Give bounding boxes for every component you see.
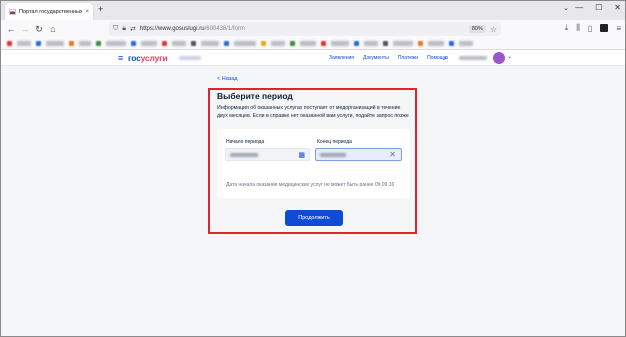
menu-item-payments[interactable]: Платежи [398, 55, 418, 61]
tab-close-icon[interactable]: × [85, 9, 89, 15]
start-date-value [230, 152, 258, 157]
forward-icon[interactable]: → [18, 24, 32, 34]
tab-strip: Портал государственных услуг × + ⌄ — ☐ ✕ [1, 1, 625, 20]
logo-part-gos: гос [128, 53, 141, 63]
bookmark-item[interactable] [393, 41, 413, 46]
bookmark-item[interactable] [331, 41, 349, 46]
bookmark-icon[interactable] [354, 41, 359, 46]
bookmark-item[interactable] [364, 41, 378, 46]
tab-title: Портал государственных услуг [19, 8, 83, 15]
bookmark-item[interactable] [459, 41, 473, 46]
bookmark-icon[interactable] [449, 41, 454, 46]
region-link[interactable] [179, 56, 201, 60]
bookmark-icon[interactable] [321, 41, 326, 46]
lock-icon[interactable]: 🔒︎ [122, 25, 126, 33]
menu-item-applications[interactable]: Заявления [329, 55, 354, 61]
bookmark-icon[interactable] [162, 41, 167, 46]
bookmark-item[interactable] [271, 41, 285, 46]
bookmark-item[interactable] [428, 41, 444, 46]
browser-window: Портал государственных услуг × + ⌄ — ☐ ✕… [0, 0, 626, 337]
chevron-down-icon[interactable]: ⌄ [507, 53, 512, 60]
calendar-icon[interactable]: ▦ [298, 151, 305, 159]
home-icon[interactable]: ⌂ [46, 24, 60, 34]
permissions-icon[interactable]: ⇄ [130, 25, 136, 33]
star-icon[interactable]: ☆ [490, 25, 497, 34]
bookmark-item[interactable] [17, 41, 31, 46]
bookmark-icon[interactable] [69, 41, 74, 46]
url-path: /600438/1/form [204, 26, 245, 32]
back-icon[interactable]: ← [4, 24, 18, 34]
gosuslugi-logo[interactable]: госуслуги [128, 53, 168, 63]
bookmarks-bar [1, 38, 625, 50]
site-header: ≡ госуслуги Заявления Документы Платежи … [1, 51, 625, 65]
bookmark-item[interactable] [300, 41, 316, 46]
avatar[interactable] [493, 52, 505, 64]
user-name[interactable] [459, 56, 487, 60]
downloads-icon[interactable]: ⤓ [565, 23, 569, 33]
bookmark-icon[interactable] [224, 41, 229, 46]
back-link[interactable]: < Назад [217, 76, 238, 82]
bookmark-item[interactable] [172, 41, 186, 46]
end-date-field[interactable]: ✕ [315, 148, 402, 161]
info-text: Информация об оказанных услугах поступае… [217, 105, 409, 119]
hamburger-menu-icon[interactable]: ≡ [118, 54, 123, 63]
end-date-value [320, 152, 346, 157]
menu-item-documents[interactable]: Документы [363, 55, 389, 61]
url-host: https://www.gosuslugi.ru [139, 26, 205, 32]
bookmark-item[interactable] [46, 41, 64, 46]
sidebar-icon[interactable]: ▯ [588, 24, 592, 33]
tab-list-icon[interactable]: ⌄ [563, 4, 569, 12]
bookmark-icon[interactable] [131, 41, 136, 46]
navigation-bar: ← → ↻ ⌂ ⛉ 🔒︎ ⇄ https://www.gosuslugi.ru/… [1, 20, 625, 38]
shield-icon[interactable]: ⛉ [113, 25, 118, 33]
url-text[interactable]: https://www.gosuslugi.ru/600438/1/form [140, 26, 465, 32]
continue-button[interactable]: Продолжить [285, 210, 343, 226]
bookmark-icon[interactable] [36, 41, 41, 46]
address-bar[interactable]: ⛉ 🔒︎ ⇄ https://www.gosuslugi.ru/600438/1… [109, 22, 501, 36]
bookmark-item[interactable] [106, 41, 126, 46]
start-date-field[interactable]: ▦ [225, 148, 310, 161]
close-window-icon[interactable]: ✕ [614, 3, 621, 12]
browser-tab[interactable]: Портал государственных услуг × [5, 3, 93, 20]
bookmark-icon[interactable] [96, 41, 101, 46]
reload-icon[interactable]: ↻ [32, 24, 46, 35]
menu-icon[interactable]: ≡ [616, 24, 621, 33]
clear-icon[interactable]: ✕ [389, 150, 396, 159]
bookmark-item[interactable] [234, 41, 256, 46]
maximize-icon[interactable]: ☐ [595, 3, 602, 12]
logo-part-uslugi: услуги [140, 53, 168, 63]
bookmark-icon[interactable] [418, 41, 423, 46]
window-controls: — ☐ ✕ [575, 3, 621, 12]
search-icon[interactable]: ⌕ [444, 52, 449, 63]
bookmark-icon[interactable] [290, 41, 295, 46]
bookmark-icon[interactable] [261, 41, 266, 46]
bookmark-icon[interactable] [383, 41, 388, 46]
end-period-label: Конец периода [317, 139, 352, 145]
zoom-badge[interactable]: 80% [468, 25, 486, 33]
flag-favicon-icon [9, 8, 16, 15]
date-limit-note: Дата начала оказания медицинских услуг н… [226, 182, 395, 188]
minimize-icon[interactable]: — [575, 3, 583, 12]
header-menu: Заявления Документы Платежи Помощь [329, 55, 446, 61]
page-title: Выберите период [217, 91, 293, 101]
bookmark-item[interactable] [79, 41, 91, 46]
extension-icon[interactable] [600, 24, 609, 32]
bookmark-icon[interactable] [7, 41, 12, 46]
library-icon[interactable]: ⫼ [576, 23, 580, 33]
bookmark-item[interactable] [141, 41, 157, 46]
bookmark-icon[interactable] [191, 41, 196, 46]
start-period-label: Начало периода [226, 139, 265, 145]
toolbar-right: ⤓ ⫼ ▯ ≡ [565, 23, 621, 33]
bookmark-item[interactable] [201, 41, 219, 46]
new-tab-button[interactable]: + [98, 4, 103, 14]
